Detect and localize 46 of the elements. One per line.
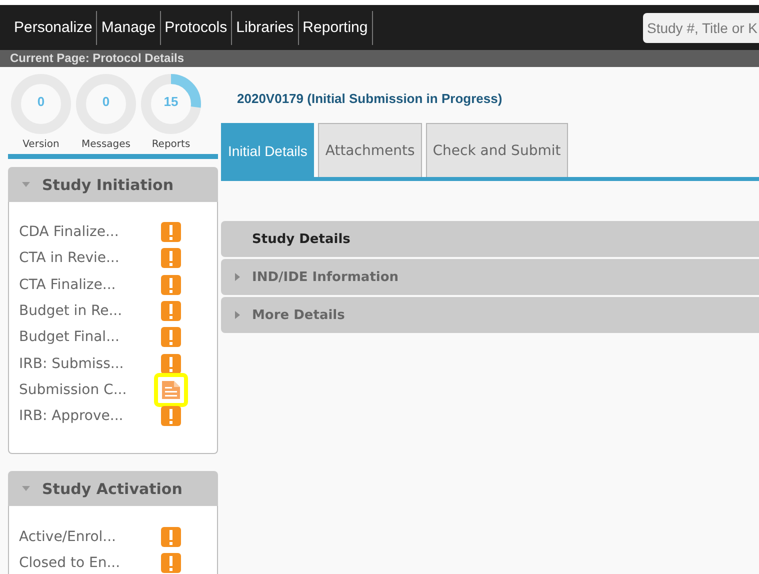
caret-icon bbox=[22, 486, 30, 492]
milestone-link[interactable]: CTA Finalize... bbox=[19, 276, 161, 293]
counter-label[interactable]: Messages bbox=[81, 139, 131, 150]
section-header[interactable]: Study Initiation bbox=[8, 167, 218, 202]
warning-icon[interactable] bbox=[161, 327, 181, 348]
counter-value: 15 bbox=[162, 94, 180, 109]
warning-icon[interactable] bbox=[161, 552, 181, 573]
warning-icon[interactable] bbox=[161, 248, 181, 268]
counter-label[interactable]: Reports bbox=[152, 139, 190, 150]
milestone-link[interactable]: Active/Enrol... bbox=[19, 528, 161, 545]
breadcrumb: Current Page: Protocol Details bbox=[0, 50, 759, 67]
section-header[interactable]: Study Activation bbox=[8, 471, 218, 506]
nav-menu-item[interactable]: Protocols bbox=[160, 10, 232, 44]
milestone-link[interactable]: Submission C... bbox=[19, 382, 161, 398]
milestone-link[interactable]: Closed to En... bbox=[19, 554, 161, 571]
warning-icon[interactable] bbox=[161, 354, 181, 374]
milestone-link[interactable]: IRB: Approve... bbox=[19, 408, 161, 424]
protocol-title: 2020V0179 (Initial Submission in Progress) bbox=[237, 91, 502, 106]
milestone-link[interactable]: Budget in Re... bbox=[19, 303, 161, 320]
warning-icon[interactable] bbox=[161, 274, 181, 295]
milestone-link[interactable]: CTA in Revie... bbox=[19, 250, 161, 266]
warning-icon[interactable] bbox=[161, 301, 181, 322]
warning-icon[interactable] bbox=[161, 222, 181, 242]
nav-menu-item[interactable]: Personalize bbox=[10, 10, 98, 44]
tab[interactable]: Initial Details bbox=[221, 123, 314, 177]
milestone-link[interactable]: CDA Finalize... bbox=[19, 224, 161, 240]
caret-icon bbox=[235, 311, 240, 319]
caret-icon bbox=[235, 273, 240, 281]
document-icon[interactable] bbox=[161, 380, 181, 400]
accordion-header[interactable]: More Details bbox=[221, 297, 759, 333]
tab[interactable]: Check and Submit bbox=[426, 123, 568, 177]
counter-value: 0 bbox=[36, 94, 46, 109]
warning-icon[interactable] bbox=[161, 526, 181, 547]
tab[interactable]: Attachments bbox=[318, 123, 422, 177]
accordion-header[interactable]: IND/IDE Information bbox=[221, 259, 759, 295]
nav-menu-item[interactable]: Manage bbox=[97, 10, 161, 44]
caret-icon bbox=[22, 182, 30, 188]
nav-menu-item[interactable]: Reporting bbox=[298, 10, 373, 44]
accordion-header[interactable]: Study Details bbox=[221, 221, 759, 257]
milestone-link[interactable]: IRB: Submiss... bbox=[19, 356, 161, 372]
warning-icon[interactable] bbox=[161, 406, 181, 426]
counter-value: 0 bbox=[101, 94, 111, 109]
counter-label[interactable]: Version bbox=[22, 139, 60, 150]
nav-menu-item[interactable]: Libraries bbox=[232, 10, 299, 44]
milestone-link[interactable]: Budget Final... bbox=[19, 329, 161, 346]
search-field[interactable]: Study #, Title or K bbox=[643, 12, 759, 42]
